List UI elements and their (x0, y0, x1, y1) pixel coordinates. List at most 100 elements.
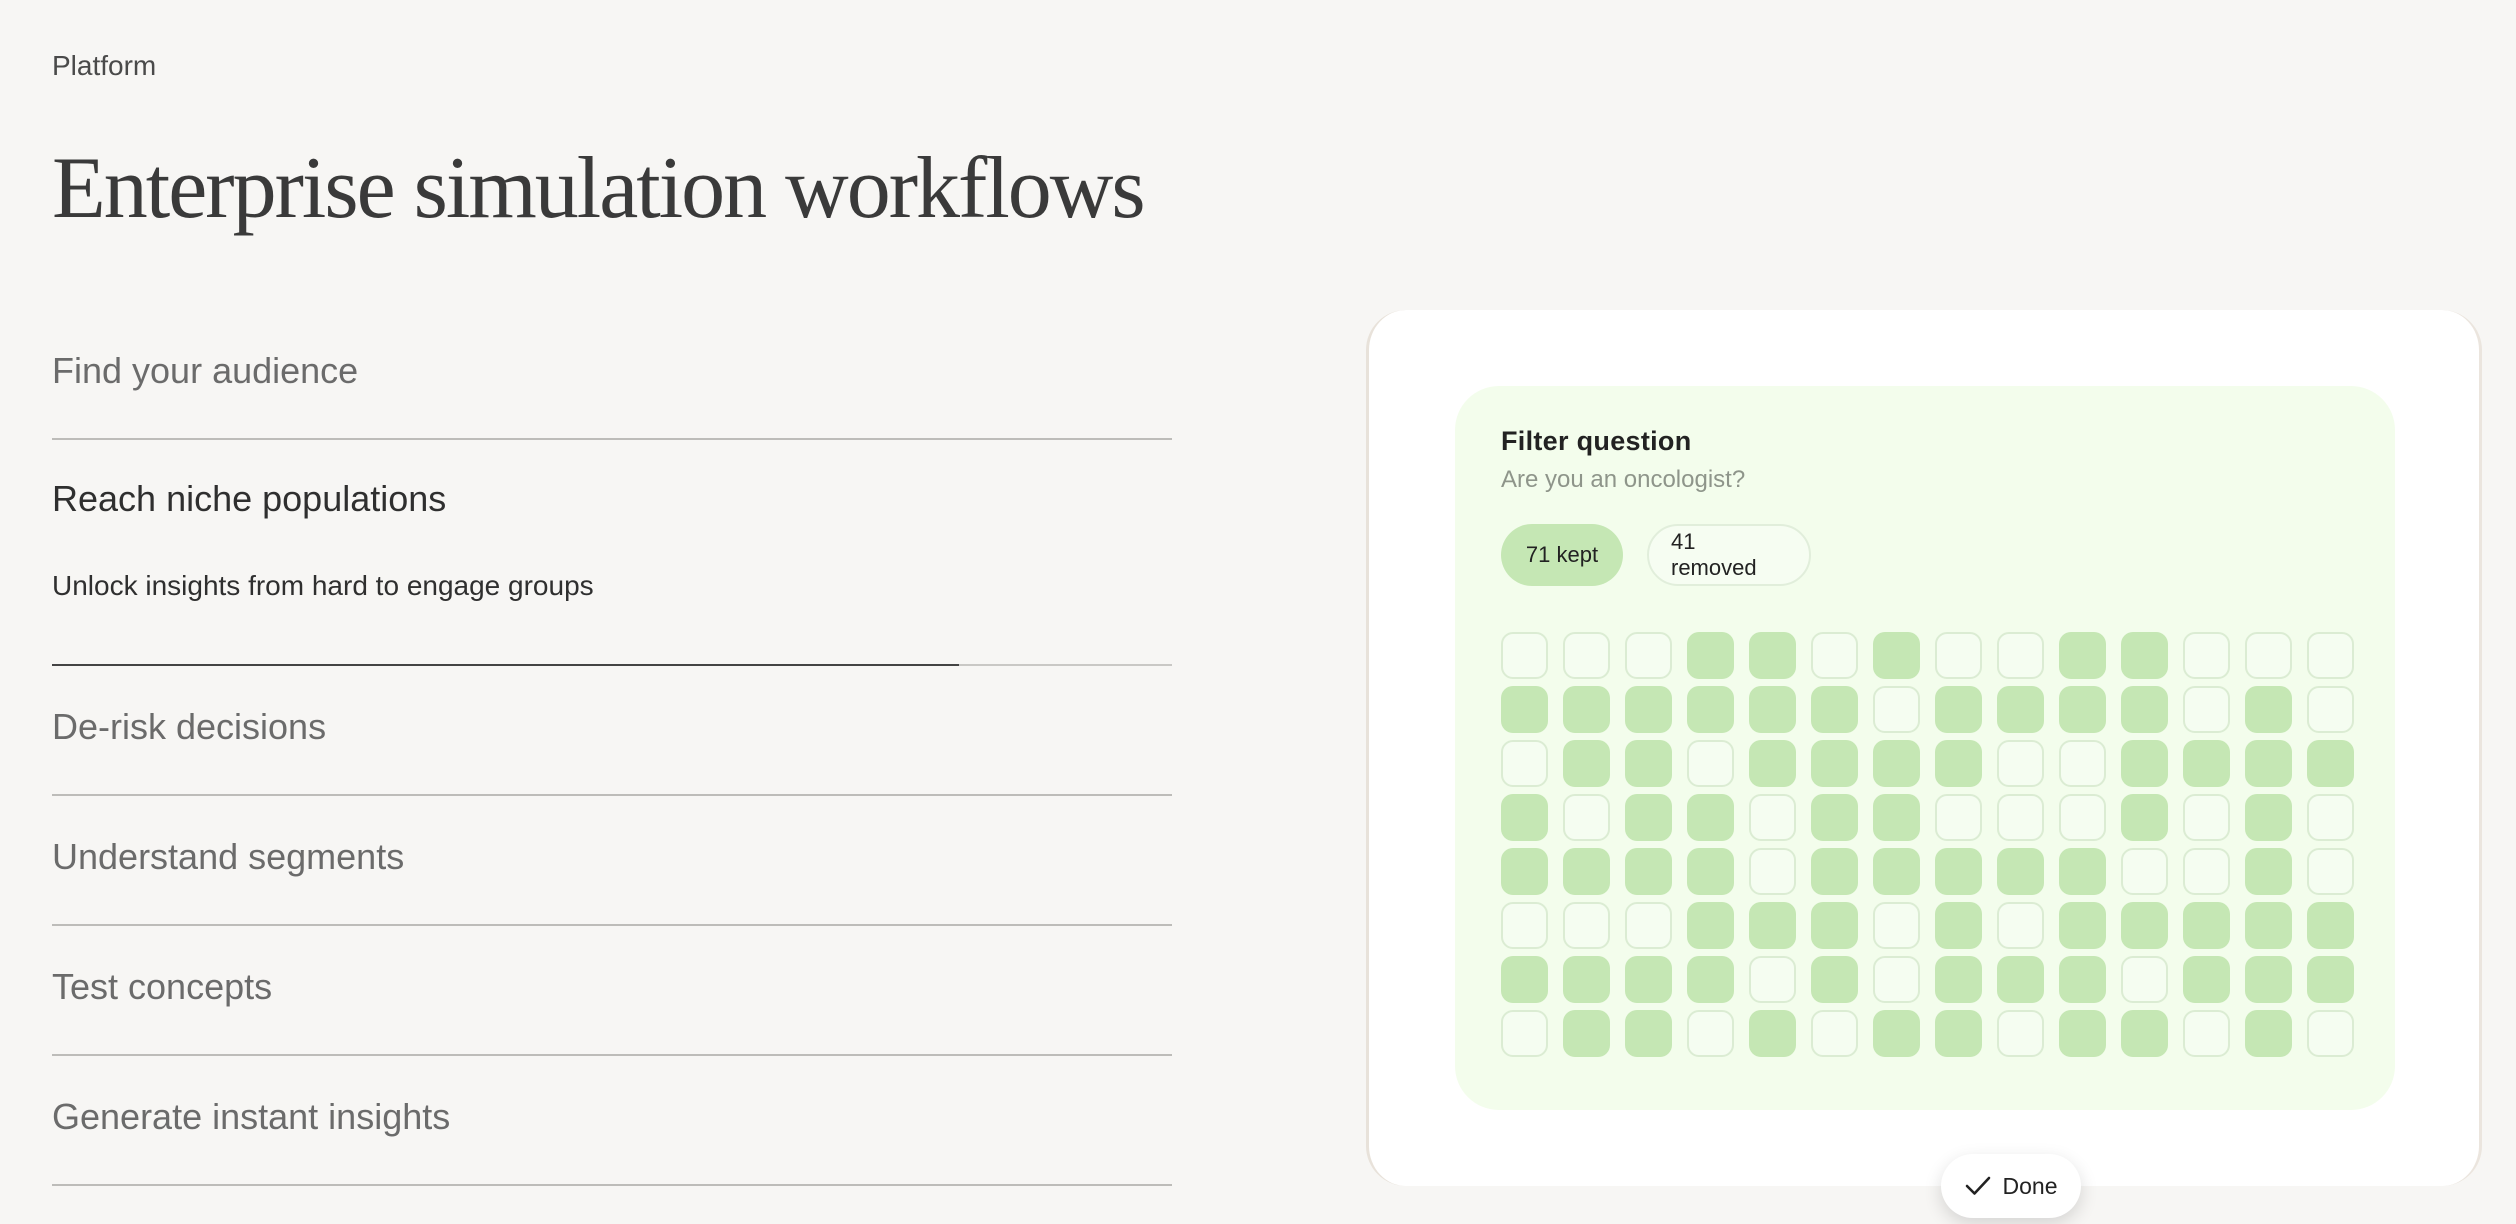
respondent-cell-kept (1935, 956, 1982, 1003)
respondent-cell-kept (1563, 740, 1610, 787)
respondent-cell-kept (1501, 848, 1548, 895)
respondent-cell-removed (1873, 902, 1920, 949)
respondent-cell-removed (1625, 632, 1672, 679)
done-button-label: Done (2002, 1172, 2058, 1199)
respondent-cell-kept (2059, 848, 2106, 895)
respondent-cell-kept (1873, 740, 1920, 787)
respondent-cell-removed (1997, 740, 2044, 787)
respondent-cell-removed (2245, 632, 2292, 679)
respondent-grid (1501, 632, 2354, 1057)
respondent-cell-removed (1749, 794, 1796, 841)
respondent-cell-kept (2183, 956, 2230, 1003)
accordion-item-find-audience[interactable]: Find your audience (52, 310, 1172, 440)
respondent-cell-removed (2183, 686, 2230, 733)
respondent-cell-kept (2059, 902, 2106, 949)
respondent-cell-kept (1625, 794, 1672, 841)
accordion-item-instant-insights[interactable]: Generate instant insights (52, 1056, 1172, 1186)
respondent-cell-removed (1687, 1010, 1734, 1057)
respondent-cell-kept (2121, 632, 2168, 679)
respondent-cell-kept (1749, 686, 1796, 733)
respondent-cell-removed (1997, 1010, 2044, 1057)
respondent-cell-removed (1501, 632, 1548, 679)
kept-count-pill[interactable]: 71 kept (1501, 524, 1623, 586)
respondent-cell-kept (1563, 848, 1610, 895)
respondent-cell-removed (2059, 740, 2106, 787)
respondent-cell-removed (2183, 848, 2230, 895)
respondent-cell-removed (1563, 794, 1610, 841)
respondent-cell-kept (1501, 794, 1548, 841)
done-button[interactable]: Done (1941, 1154, 2081, 1218)
respondent-cell-kept (1935, 1010, 1982, 1057)
respondent-cell-kept (1563, 686, 1610, 733)
respondent-cell-kept (1811, 848, 1858, 895)
respondent-cell-kept (1811, 686, 1858, 733)
respondent-cell-removed (2183, 632, 2230, 679)
respondent-cell-kept (1687, 848, 1734, 895)
respondent-cell-removed (1997, 632, 2044, 679)
respondent-cell-removed (2183, 1010, 2230, 1057)
respondent-cell-kept (1625, 1010, 1672, 1057)
respondent-cell-removed (1811, 632, 1858, 679)
respondent-cell-kept (1811, 956, 1858, 1003)
accordion-item-label: De-risk decisions (52, 706, 327, 747)
filter-question-title: Filter question (1501, 426, 1692, 456)
respondent-cell-kept (2121, 1010, 2168, 1057)
page-title: Enterprise simulation workflows (52, 140, 1146, 237)
check-icon (1965, 1176, 1990, 1195)
section-eyebrow: Platform (52, 50, 157, 81)
respondent-cell-kept (1935, 848, 1982, 895)
accordion-item-label: Understand segments (52, 836, 405, 877)
respondent-cell-removed (2121, 848, 2168, 895)
respondent-cell-kept (1749, 902, 1796, 949)
respondent-cell-kept (1811, 902, 1858, 949)
respondent-cell-kept (2245, 740, 2292, 787)
respondent-cell-kept (1997, 956, 2044, 1003)
respondent-cell-removed (1811, 1010, 1858, 1057)
preview-card: Filter question Are you an oncologist? 7… (1366, 310, 2482, 1218)
respondent-cell-kept (2245, 686, 2292, 733)
respondent-cell-kept (2183, 902, 2230, 949)
respondent-cell-removed (1563, 632, 1610, 679)
accordion-item-label: Find your audience (52, 350, 359, 391)
respondent-cell-removed (1501, 902, 1548, 949)
respondent-cell-removed (1935, 794, 1982, 841)
respondent-cell-removed (1501, 1010, 1548, 1057)
respondent-cell-kept (2183, 740, 2230, 787)
respondent-cell-removed (2307, 848, 2354, 895)
respondent-cell-kept (1935, 902, 1982, 949)
respondent-cell-kept (2121, 740, 2168, 787)
respondent-cell-kept (2059, 632, 2106, 679)
respondent-cell-kept (2245, 956, 2292, 1003)
respondent-cell-kept (1997, 686, 2044, 733)
respondent-cell-kept (2121, 686, 2168, 733)
accordion-item-test-concepts[interactable]: Test concepts (52, 926, 1172, 1056)
respondent-cell-kept (1563, 1010, 1610, 1057)
respondent-cell-kept (1997, 848, 2044, 895)
respondent-cell-kept (2059, 686, 2106, 733)
respondent-cell-removed (2183, 794, 2230, 841)
respondent-cell-removed (1501, 740, 1548, 787)
respondent-cell-kept (1873, 794, 1920, 841)
respondent-cell-kept (1687, 902, 1734, 949)
accordion-item-description: Unlock insights from hard to engage grou… (52, 570, 594, 601)
respondent-cell-kept (2245, 848, 2292, 895)
respondent-cell-kept (1811, 794, 1858, 841)
respondent-cell-kept (1811, 740, 1858, 787)
respondent-cell-kept (1625, 848, 1672, 895)
respondent-cell-removed (2307, 794, 2354, 841)
accordion-item-de-risk[interactable]: De-risk decisions (52, 666, 1172, 796)
respondent-cell-kept (2059, 956, 2106, 1003)
respondent-cell-kept (2059, 1010, 2106, 1057)
respondent-cell-kept (1749, 632, 1796, 679)
accordion-item-reach-niche[interactable]: Reach niche populations Unlock insights … (52, 440, 1172, 666)
respondent-cell-kept (1625, 740, 1672, 787)
removed-count-pill[interactable]: 41 removed (1647, 524, 1811, 586)
respondent-cell-kept (1873, 632, 1920, 679)
respondent-cell-kept (2245, 794, 2292, 841)
respondent-cell-removed (1687, 740, 1734, 787)
respondent-cell-removed (1997, 902, 2044, 949)
accordion-item-understand-segments[interactable]: Understand segments (52, 796, 1172, 926)
filter-question-text: Are you an oncologist? (1501, 466, 1746, 493)
respondent-cell-removed (1935, 632, 1982, 679)
respondent-cell-removed (2307, 632, 2354, 679)
